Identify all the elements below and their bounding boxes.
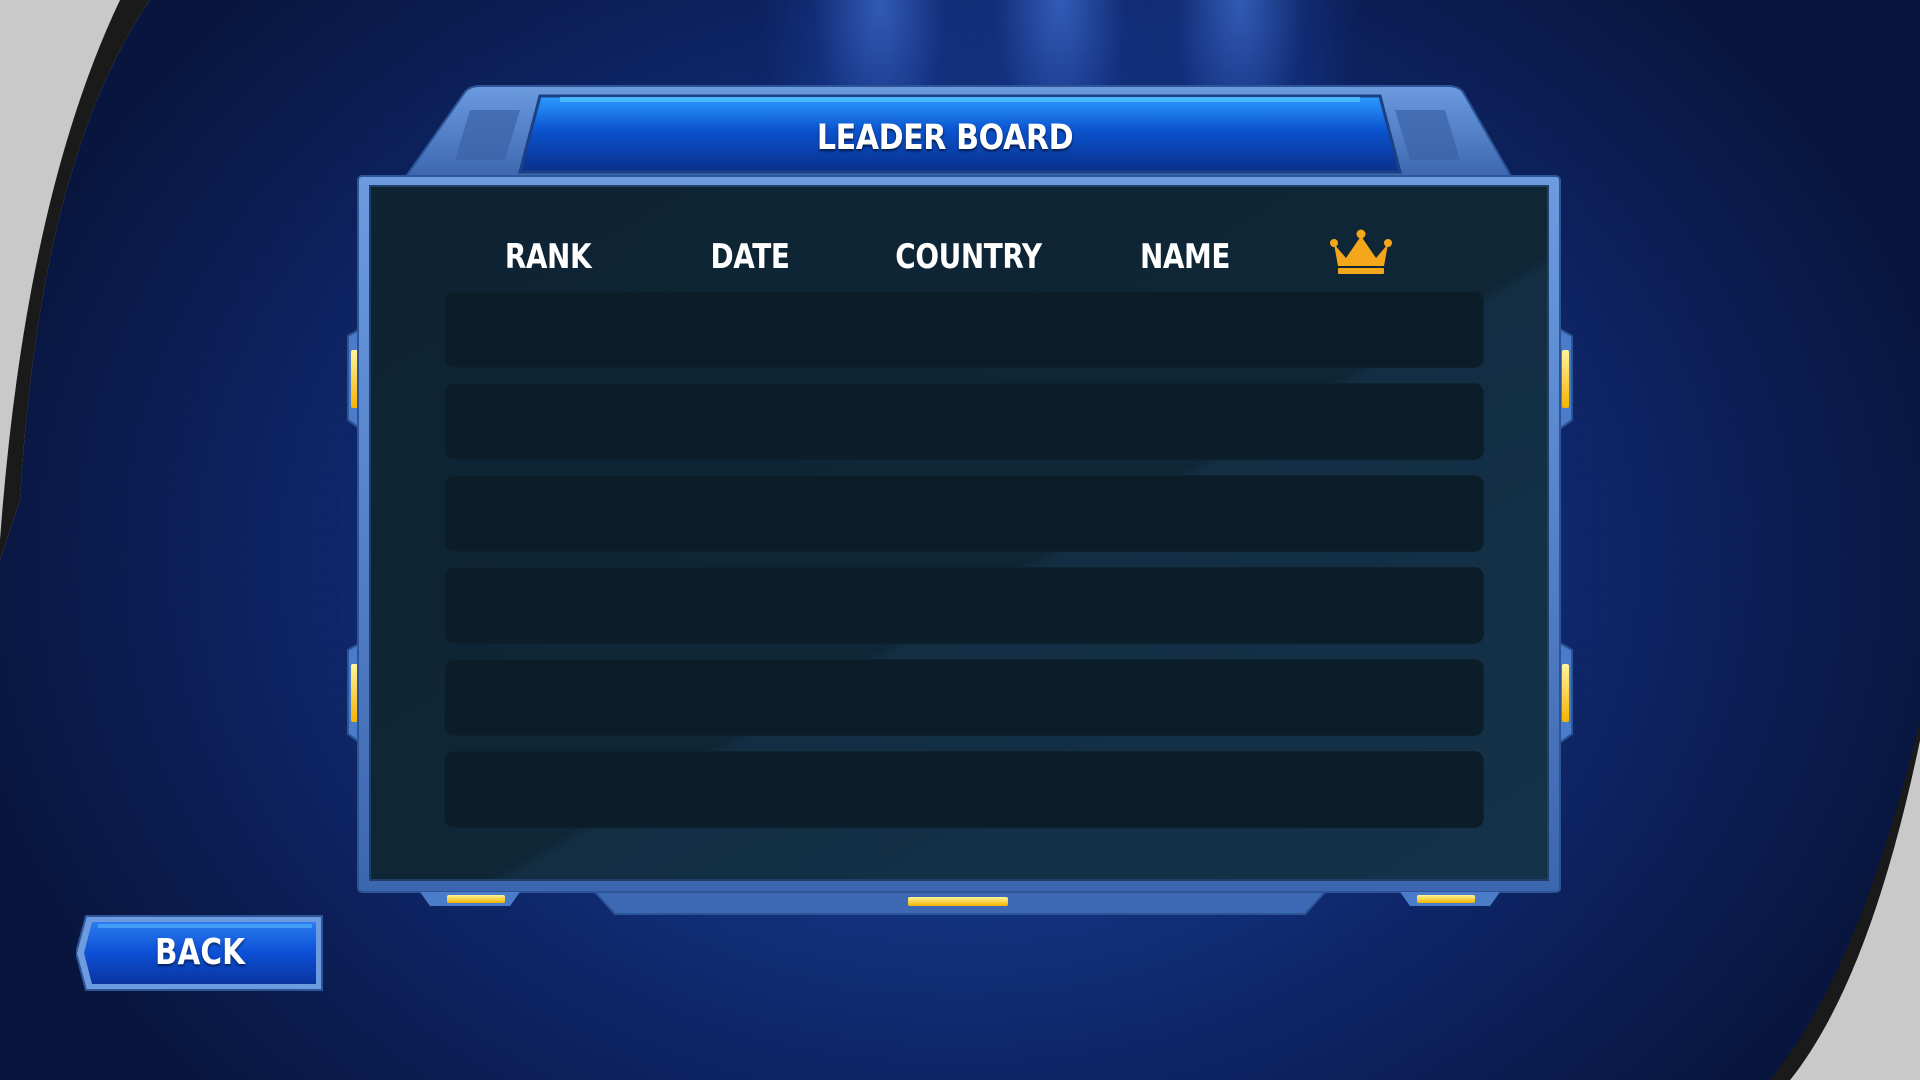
back-button-label: BACK (155, 932, 245, 973)
bottom-light (908, 897, 1008, 906)
leaderboard-screen: LEADER BOARD RANK DATE COUNTRY NAME BACK (0, 0, 1920, 1080)
bottom-light (447, 895, 505, 903)
table-row (444, 383, 1484, 460)
back-button[interactable]: BACK (76, 914, 324, 992)
panel-title: LEADER BOARD (816, 118, 1074, 158)
column-header-name: NAME (1139, 237, 1231, 277)
left-light (351, 350, 358, 408)
right-light (1562, 350, 1569, 408)
crown-icon (1330, 229, 1392, 274)
left-edge-decor (0, 0, 150, 560)
column-header-rank: RANK (504, 237, 592, 277)
bottom-light (1417, 895, 1475, 903)
table-row (444, 475, 1484, 552)
table-row (444, 291, 1484, 368)
table-row (444, 567, 1484, 644)
left-light (351, 664, 358, 722)
column-header-country: COUNTRY (895, 237, 1042, 277)
table-row (444, 751, 1484, 828)
leaderboard-rows (444, 291, 1484, 843)
table-row (444, 659, 1484, 736)
right-light (1562, 664, 1569, 722)
column-header-date: DATE (710, 237, 790, 277)
